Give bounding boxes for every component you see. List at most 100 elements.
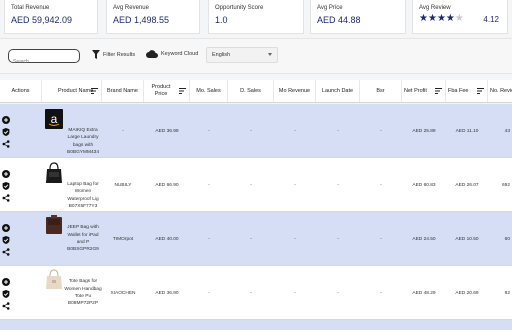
filter-results-label: Filter Results bbox=[103, 51, 136, 58]
star-empty-icon: ★ bbox=[454, 13, 464, 24]
price-cell: AED 36.90 bbox=[155, 290, 179, 296]
kpi-label: Total Revenue bbox=[11, 5, 50, 11]
launch-date-cell: - bbox=[337, 290, 339, 296]
launch-date-cell: - bbox=[337, 128, 339, 134]
col-d-sales: D. Sales bbox=[228, 80, 274, 102]
kpi-value: 1.0 bbox=[215, 15, 228, 25]
verified-check-icon[interactable] bbox=[2, 182, 10, 190]
product-name-link[interactable]: Laptop Bag for Women Waterproof Lig bbox=[64, 181, 102, 203]
share-icon[interactable] bbox=[2, 194, 10, 202]
product-asin: B0BSGPR2G9 bbox=[67, 247, 99, 253]
toolbar: Filter Results Keyword Cloud English bbox=[0, 38, 512, 74]
keyword-cloud-label: Keyword Cloud bbox=[161, 51, 199, 57]
col-net-profit-label: Net Profit bbox=[404, 87, 427, 94]
add-icon[interactable] bbox=[2, 224, 10, 232]
launch-date-cell: - bbox=[337, 182, 339, 188]
verified-check-icon[interactable] bbox=[2, 236, 10, 244]
kpi-value: AED 59,942.09 bbox=[11, 15, 73, 25]
fba-fee-cell: AED 20.69 bbox=[455, 290, 479, 296]
bsr-cell: - bbox=[380, 290, 382, 296]
col-mo-sales: Mo. Sales bbox=[190, 80, 228, 102]
reviews-cell: 82 bbox=[504, 290, 510, 296]
search-input[interactable] bbox=[9, 56, 77, 68]
kpi-avg-price: Avg Price AED 44.88 bbox=[310, 0, 406, 34]
mo-sales-cell: - bbox=[208, 236, 210, 242]
col-product-price-label: Product Price bbox=[151, 84, 171, 97]
cloud-icon bbox=[146, 50, 158, 58]
table-row bbox=[0, 320, 512, 330]
price-cell: AED 36.99 bbox=[155, 128, 179, 134]
kpi-label: Avg Review bbox=[419, 5, 451, 11]
sort-icon[interactable] bbox=[477, 88, 484, 94]
mo-sales-cell: - bbox=[208, 128, 210, 134]
product-asin: B08MP72P2P bbox=[67, 301, 99, 307]
add-icon[interactable] bbox=[2, 278, 10, 286]
price-cell: AED 40.00 bbox=[155, 236, 179, 242]
col-brand-name: Brand Name bbox=[102, 80, 144, 102]
col-mo-revenue: Mo Revenue bbox=[274, 80, 316, 102]
product-image[interactable]: a bbox=[44, 108, 64, 130]
table-header: Actions Product Name Brand Name Product … bbox=[0, 80, 512, 103]
d-sales-cell: - bbox=[250, 182, 252, 188]
col-launch-date: Launch Date bbox=[316, 80, 360, 102]
product-image[interactable] bbox=[44, 162, 64, 184]
net-profit-cell: AED 24.50 bbox=[412, 236, 436, 242]
table-row: Laptop Bag for Women Waterproof Lig B07X5… bbox=[0, 158, 512, 212]
col-fba-fee[interactable]: Fba Fee bbox=[446, 80, 488, 102]
kpi-opportunity-score: Opportunity Score 1.0 bbox=[208, 0, 304, 34]
kpi-avg-revenue: Avg Revenue AED 1,498.55 bbox=[106, 0, 200, 34]
col-product-price[interactable]: Product Price bbox=[144, 80, 190, 102]
add-icon[interactable] bbox=[2, 170, 10, 178]
sort-icon[interactable] bbox=[435, 88, 442, 94]
verified-check-icon[interactable] bbox=[2, 290, 10, 298]
verified-check-icon[interactable] bbox=[2, 128, 10, 136]
kpi-cards: Total Revenue AED 59,942.09 Avg Revenue … bbox=[0, 0, 512, 36]
filter-icon bbox=[92, 50, 100, 59]
star-icon: ★ bbox=[436, 13, 446, 24]
language-select[interactable]: English bbox=[206, 47, 278, 63]
product-asin: B07X5F77Y3 bbox=[68, 204, 98, 210]
kpi-value: 4.12 bbox=[483, 15, 499, 24]
col-net-profit[interactable]: Net Profit bbox=[402, 80, 446, 102]
keyword-cloud-button[interactable]: Keyword Cloud bbox=[146, 50, 198, 58]
kpi-value: AED 1,498.55 bbox=[113, 15, 170, 25]
mo-sales-cell: - bbox=[208, 290, 210, 296]
share-icon[interactable] bbox=[2, 140, 10, 148]
filter-results-button[interactable]: Filter Results bbox=[92, 50, 135, 59]
star-icon: ★ bbox=[419, 13, 428, 24]
mo-revenue-cell: - bbox=[294, 290, 296, 296]
star-icon: ★ bbox=[445, 13, 455, 24]
launch-date-cell: - bbox=[337, 236, 339, 242]
product-name-link[interactable]: MAIKIQ Extra Large Laundry bags with bbox=[64, 127, 102, 149]
col-fba-fee-label: Fba Fee bbox=[448, 87, 469, 94]
star-icon: ★ bbox=[427, 13, 437, 24]
share-icon[interactable] bbox=[2, 248, 10, 256]
row-actions bbox=[2, 116, 12, 152]
row-actions bbox=[2, 278, 12, 314]
reviews-cell: 60 bbox=[504, 236, 510, 242]
table-row: Tote Bags for Women Handbag Tote Pu B08MP… bbox=[0, 266, 512, 320]
kpi-total-revenue: Total Revenue AED 59,942.09 bbox=[4, 0, 98, 34]
col-product-name-label: Product Name bbox=[58, 87, 94, 94]
col-product-name[interactable]: Product Name bbox=[42, 80, 102, 102]
mo-sales-cell: - bbox=[208, 182, 210, 188]
kpi-label: Avg Price bbox=[317, 5, 343, 11]
language-value: English bbox=[212, 52, 231, 58]
add-icon[interactable] bbox=[2, 116, 10, 124]
sort-icon[interactable] bbox=[91, 88, 98, 94]
col-actions: Actions bbox=[0, 80, 42, 102]
table-row: JEEP Bag with Wallet for iPad and P B0BSG… bbox=[0, 212, 512, 266]
sort-icon[interactable] bbox=[179, 88, 186, 94]
bsr-cell: - bbox=[380, 128, 382, 134]
search-box[interactable] bbox=[8, 49, 80, 68]
net-profit-cell: AED 60.83 bbox=[412, 182, 436, 188]
price-cell: AED 66.90 bbox=[155, 182, 179, 188]
product-image[interactable] bbox=[44, 214, 64, 236]
kpi-label: Opportunity Score bbox=[215, 5, 264, 11]
product-name-link[interactable]: JEEP Bag with Wallet for iPad and P bbox=[64, 224, 102, 246]
d-sales-cell: - bbox=[250, 128, 252, 134]
product-name-link[interactable]: Tote Bags for Women Handbag Tote Pu bbox=[64, 278, 102, 300]
product-image[interactable] bbox=[44, 268, 64, 290]
share-icon[interactable] bbox=[2, 302, 10, 310]
brand-cell: - bbox=[122, 128, 124, 134]
